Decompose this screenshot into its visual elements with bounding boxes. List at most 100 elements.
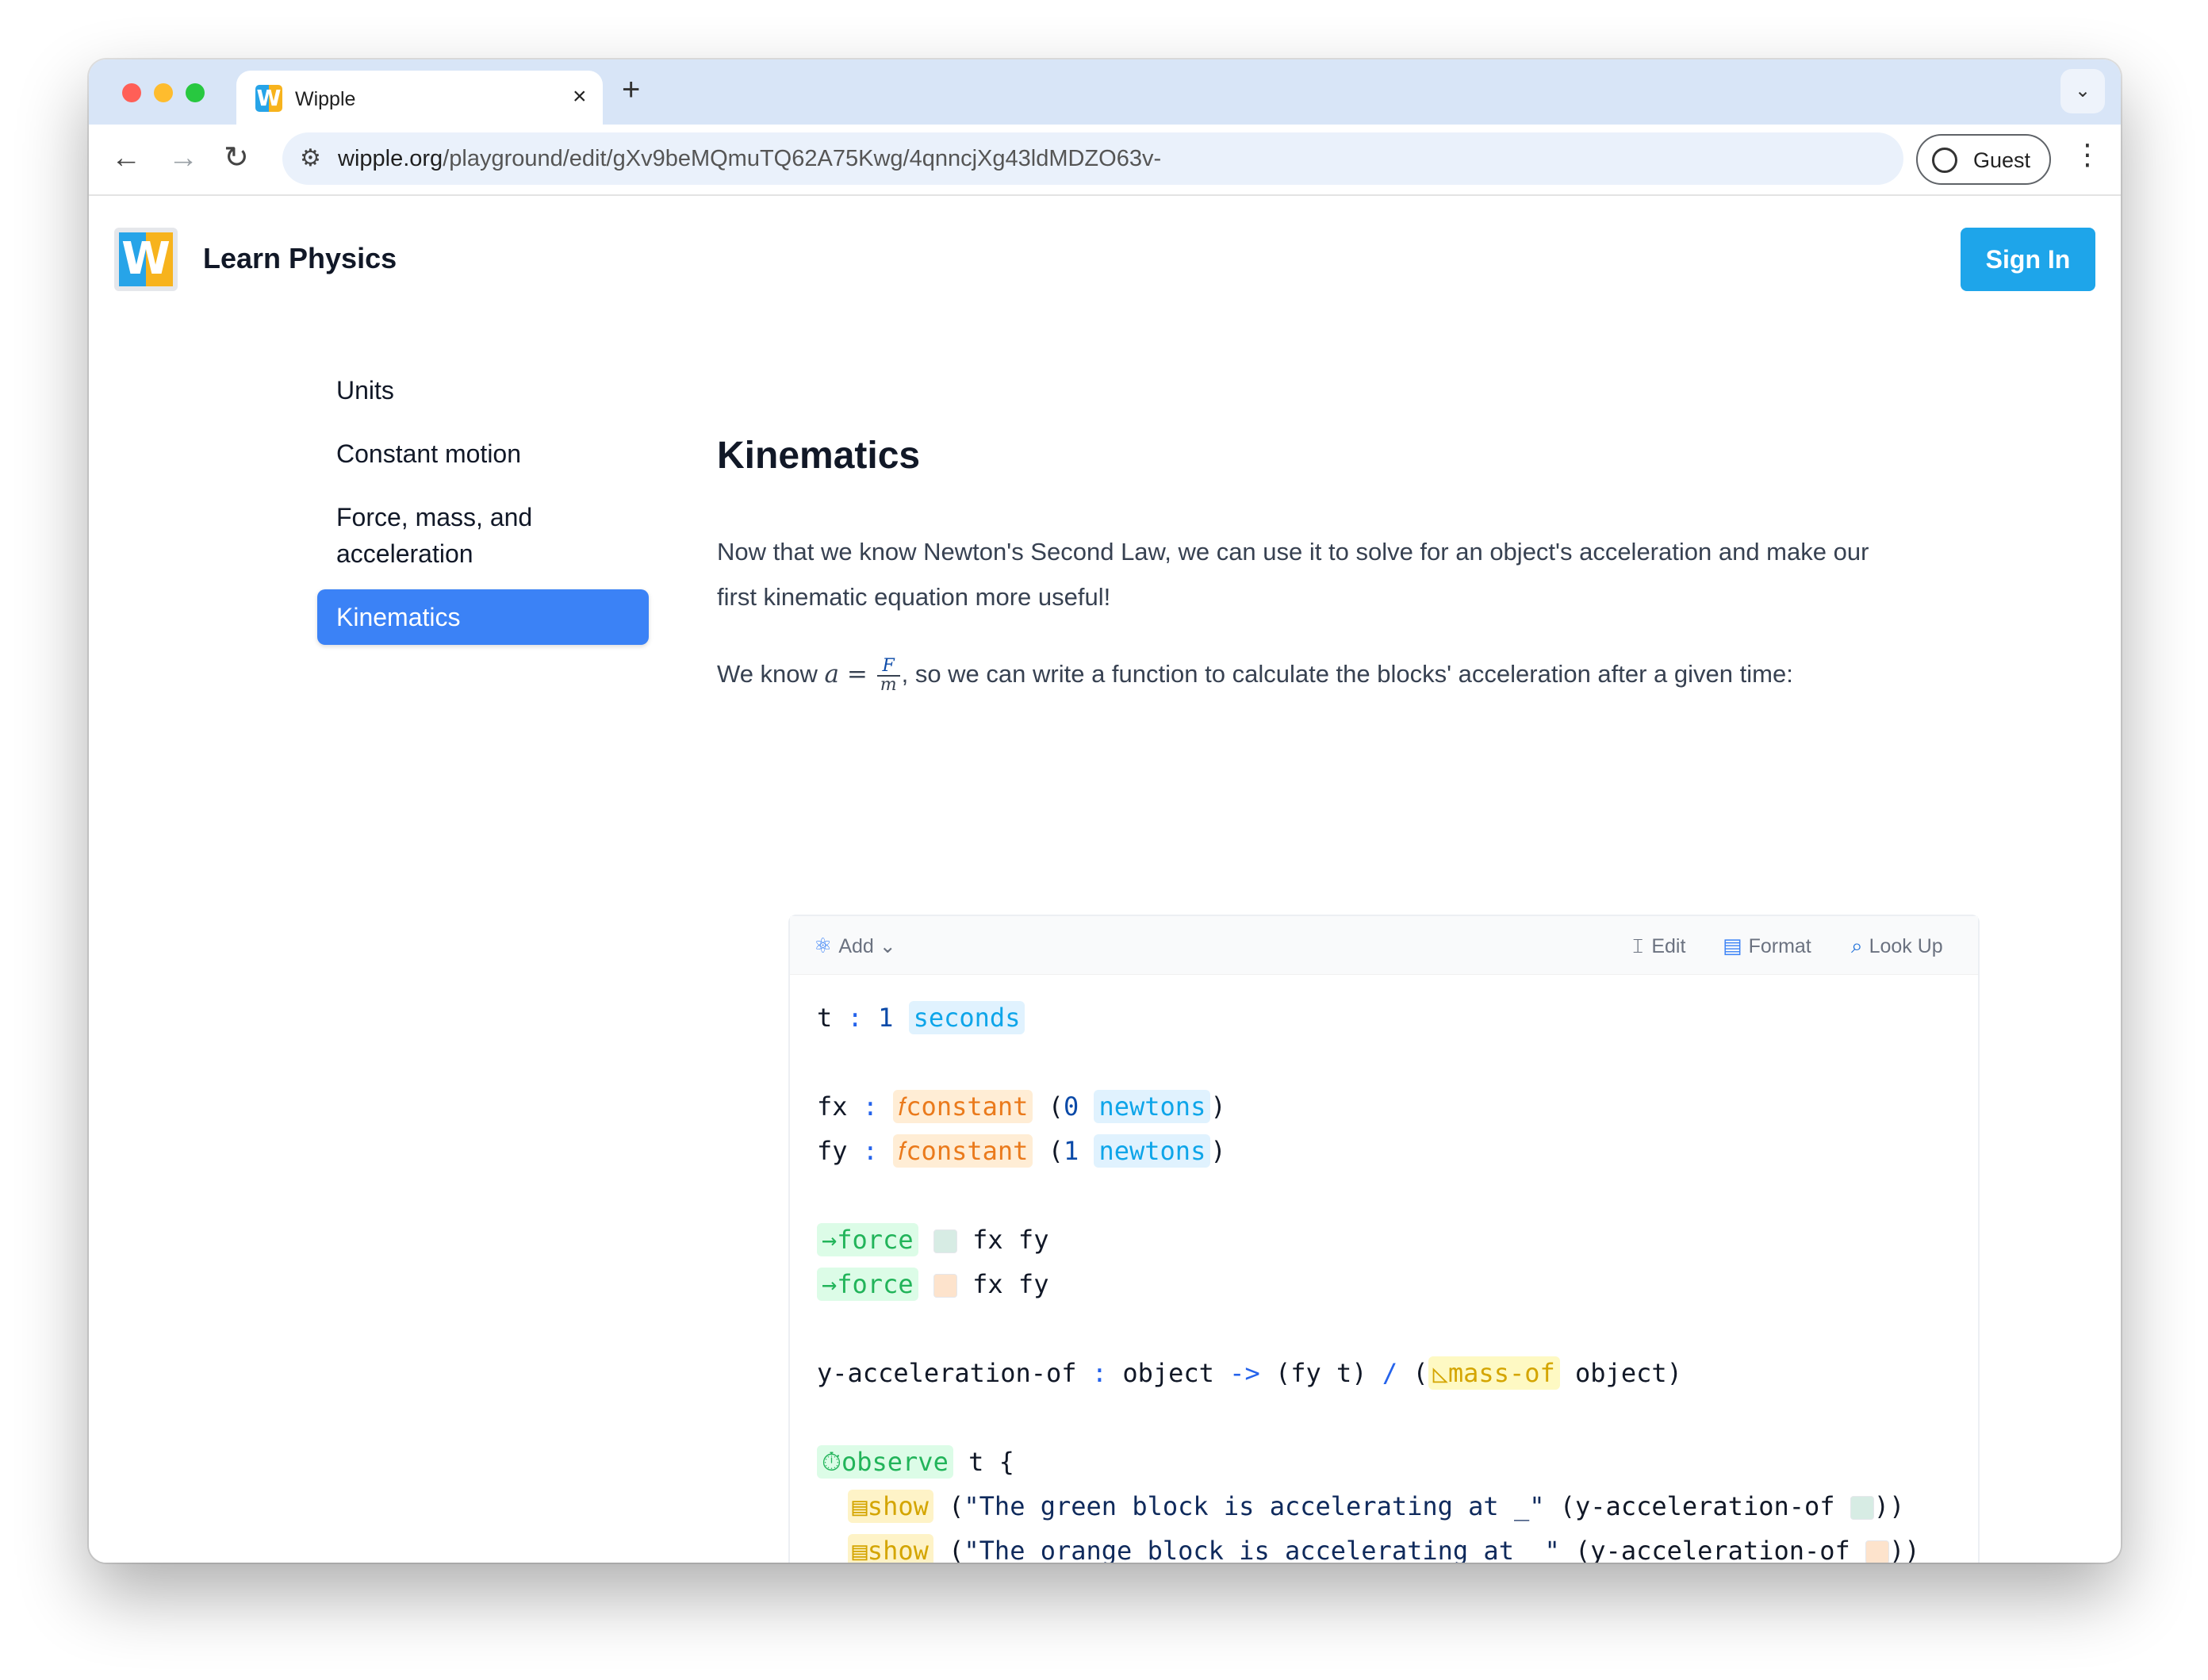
code-line-fx: fx : 𝑓constant (0 newtons): [817, 1090, 1226, 1123]
code-param: object: [1122, 1358, 1214, 1388]
observe-pill[interactable]: ⏱observe: [817, 1445, 953, 1479]
search-icon: ⌕: [1851, 934, 1863, 957]
site-settings-icon[interactable]: ⚙: [300, 145, 321, 172]
code-line-y-acceleration: y-acceleration-of : object -> (fy t) / (…: [817, 1356, 1682, 1390]
app-title: Learn Physics: [203, 242, 397, 274]
tab-strip: W Wipple × + ⌄: [89, 59, 2121, 125]
function-icon: 𝑓: [898, 1091, 907, 1122]
edit-label: Edit: [1651, 935, 1686, 957]
code-divide: /: [1382, 1358, 1398, 1388]
sidebar-item-kinematics[interactable]: Kinematics: [317, 589, 649, 645]
arrow-right-icon: →: [822, 1269, 838, 1299]
unit-pill[interactable]: seconds: [908, 1001, 1025, 1034]
new-tab-button[interactable]: +: [622, 74, 640, 105]
code-area[interactable]: t : 1 seconds fx : 𝑓constant (0 newtons)…: [817, 995, 1920, 1563]
code-line-observe: ⏱observe t {: [817, 1440, 1920, 1484]
mass-of-keyword: mass-of: [1447, 1358, 1555, 1388]
arrow-right-icon: →: [822, 1225, 838, 1255]
browser-window: W Wipple × + ⌄ ← → ↻ ⚙ wipple.org/playgr…: [89, 59, 2121, 1563]
wipple-logo[interactable]: W: [114, 228, 178, 291]
show-pill[interactable]: ▤show: [847, 1490, 933, 1523]
code-colon: :: [862, 1091, 879, 1122]
constant-pill[interactable]: 𝑓constant: [893, 1134, 1033, 1168]
code-expr: (y-acceleration-of: [1575, 1536, 1850, 1563]
unit-pill[interactable]: newtons: [1094, 1134, 1211, 1168]
note-icon: ▤: [852, 1536, 868, 1563]
orange-block-swatch[interactable]: [933, 1274, 957, 1298]
math-eq: =: [839, 660, 876, 688]
orange-block-swatch[interactable]: [1865, 1540, 1890, 1563]
intro-paragraph: Now that we know Newton's Second Law, we…: [717, 538, 1869, 611]
green-block-swatch[interactable]: [933, 1229, 957, 1253]
tab-list-chevron-icon[interactable]: ⌄: [2060, 69, 2105, 113]
code-identifier: fx: [817, 1091, 848, 1122]
sidebar-item-force-mass-acceleration[interactable]: Force, mass, and acceleration: [317, 489, 649, 581]
atom-icon: ⚛: [814, 934, 833, 957]
code-line-show-orange: ▤show ("The orange block is accelerating…: [817, 1528, 1920, 1563]
code-line-show-green: ▤show ("The green block is accelerating …: [817, 1484, 1920, 1528]
browser-tab[interactable]: W Wipple ×: [236, 71, 603, 125]
close-window-button[interactable]: [122, 83, 141, 102]
code-line-fy: fy : 𝑓constant (1 newtons): [817, 1134, 1226, 1168]
stopwatch-icon: ⏱: [822, 1447, 841, 1477]
minimize-window-button[interactable]: [154, 83, 173, 102]
mass-of-pill[interactable]: ◺mass-of: [1428, 1356, 1560, 1390]
green-block-swatch[interactable]: [1850, 1496, 1874, 1520]
code-string: "The green block is accelerating at _": [964, 1491, 1545, 1521]
profile-label: Guest: [1973, 148, 2031, 172]
show-pill[interactable]: ▤show: [847, 1534, 933, 1563]
force-pill[interactable]: →force: [817, 1268, 918, 1301]
code-string: "The orange block is accelerating at _": [964, 1536, 1560, 1563]
note-icon: ▤: [852, 1491, 868, 1521]
code-identifier: y-acceleration-of: [817, 1358, 1077, 1388]
code-colon: :: [1091, 1358, 1108, 1388]
look-up-button[interactable]: ⌕ Look Up: [1851, 934, 1943, 959]
constant-keyword: constant: [906, 1091, 1029, 1122]
show-keyword: show: [867, 1536, 929, 1563]
profile-icon: [1932, 148, 1957, 173]
more-vert-icon[interactable]: ⋮: [2073, 139, 2102, 171]
code-expr: (y-acceleration-of: [1559, 1491, 1835, 1521]
add-menu-button[interactable]: ⚛ Add ⌄: [814, 934, 896, 958]
back-arrow-icon[interactable]: ←: [111, 142, 141, 174]
sign-in-button[interactable]: Sign In: [1961, 228, 2095, 291]
formula-paragraph: We know a = Fm, so we can write a functi…: [717, 651, 1875, 697]
unit-pill[interactable]: newtons: [1094, 1090, 1211, 1123]
code-expr: object): [1575, 1358, 1682, 1388]
format-label: Format: [1748, 935, 1811, 957]
p2-after: , so we can write a function to calculat…: [901, 660, 1793, 688]
lesson-sidebar: Units Constant motion Force, mass, and a…: [317, 362, 649, 653]
sidebar-item-constant-motion[interactable]: Constant motion: [317, 426, 649, 481]
maximize-window-button[interactable]: [186, 83, 205, 102]
force-pill[interactable]: →force: [817, 1223, 918, 1256]
force-keyword: force: [837, 1269, 914, 1299]
reload-icon[interactable]: ↻: [224, 142, 249, 174]
code-line-force-green: →force fx fy: [817, 1218, 1920, 1262]
url-text[interactable]: wipple.org/playground/edit/gXv9beMQmuTQ6…: [338, 146, 1161, 172]
forward-arrow-icon[interactable]: →: [168, 142, 198, 174]
text-cursor-icon: 𝙸: [1631, 934, 1646, 957]
editor-toolbar: ⚛ Add ⌄ 𝙸 Edit ▤ Format ⌕ Look Up: [790, 916, 1978, 975]
format-button[interactable]: ▤ Format: [1723, 934, 1811, 958]
page-title: Kinematics: [717, 435, 921, 477]
code-colon: :: [847, 1003, 863, 1033]
code-number: 1: [878, 1003, 894, 1033]
constant-pill[interactable]: 𝑓constant: [893, 1090, 1033, 1123]
profile-button[interactable]: Guest: [1916, 134, 2051, 185]
function-icon: 𝑓: [898, 1136, 907, 1166]
observe-keyword: observe: [841, 1447, 949, 1477]
look-up-label: Look Up: [1869, 935, 1943, 957]
tab-title: Wipple: [295, 88, 356, 110]
code-colon: :: [862, 1136, 879, 1166]
math-fraction-numerator: F: [876, 657, 900, 677]
ruler-icon: ◺: [1432, 1358, 1448, 1388]
wipple-logo-letter: W: [119, 232, 173, 286]
page-content: W Learn Physics Sign In Units Constant m…: [89, 196, 2121, 1563]
sidebar-item-units[interactable]: Units: [317, 362, 649, 418]
close-tab-icon[interactable]: ×: [573, 83, 587, 110]
edit-button[interactable]: 𝙸 Edit: [1631, 934, 1685, 959]
address-bar[interactable]: ⚙ wipple.org/playground/edit/gXv9beMQmuT…: [282, 132, 1903, 185]
